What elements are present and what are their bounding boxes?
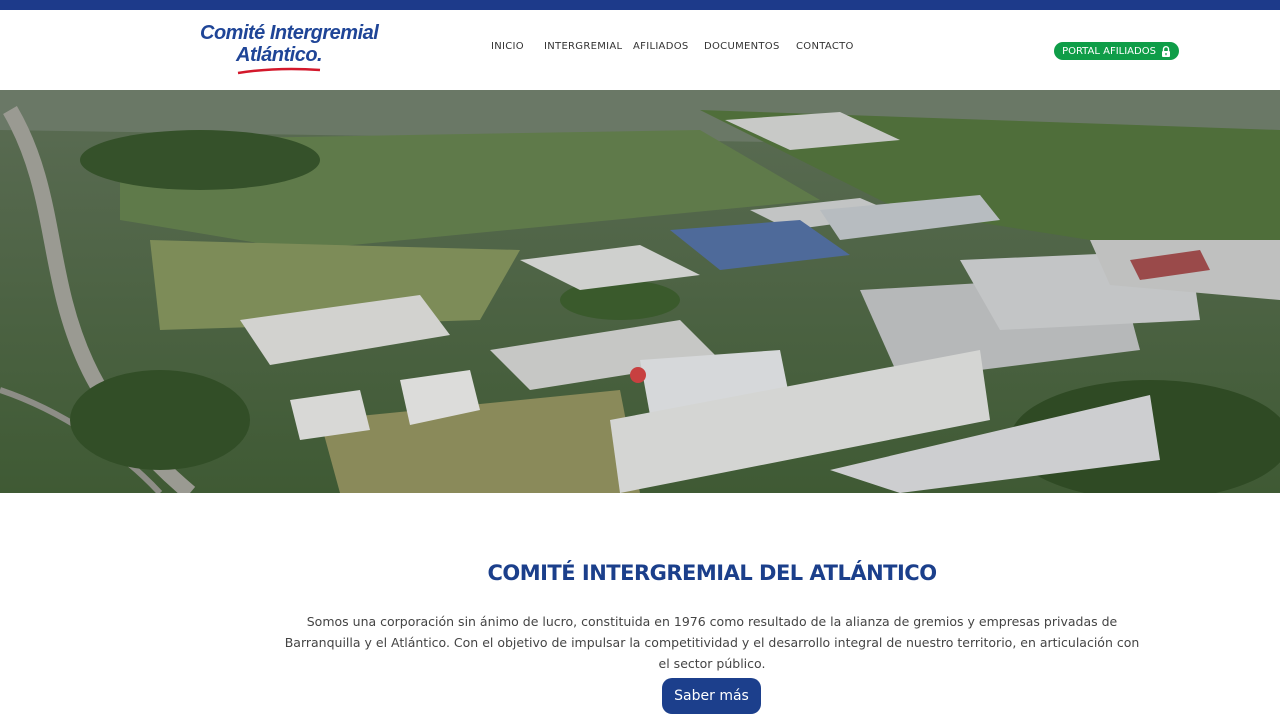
nav-afiliados[interactable]: AFILIADOS <box>633 41 689 52</box>
page-title: COMITÉ INTERGREMIAL DEL ATLÁNTICO <box>487 561 937 585</box>
logo-swoosh <box>237 67 321 75</box>
nav-documentos[interactable]: DOCUMENTOS <box>704 41 780 52</box>
top-accent-bar <box>0 0 1280 10</box>
nav-inicio[interactable]: INICIO <box>491 41 524 52</box>
hero-aerial-image <box>0 90 1280 493</box>
saber-mas-button[interactable]: Saber más <box>662 678 761 714</box>
logo-line-1: Comité Intergremial <box>200 22 379 44</box>
portal-label: PORTAL AFILIADOS <box>1062 45 1156 57</box>
portal-afiliados-button[interactable]: PORTAL AFILIADOS <box>1054 42 1179 60</box>
industrial-park-illustration <box>0 90 1280 493</box>
lock-icon <box>1161 45 1171 57</box>
site-logo[interactable]: Comité Intergremial Atlántico. <box>198 22 379 84</box>
nav-contacto[interactable]: CONTACTO <box>796 41 854 52</box>
nav-intergremial[interactable]: INTERGREMIAL <box>544 41 622 52</box>
site-header: Comité Intergremial Atlántico. INICIO IN… <box>0 10 1280 90</box>
logo-line-2: Atlántico. <box>236 44 323 66</box>
about-description: Somos una corporación sin ánimo de lucro… <box>284 614 1140 671</box>
